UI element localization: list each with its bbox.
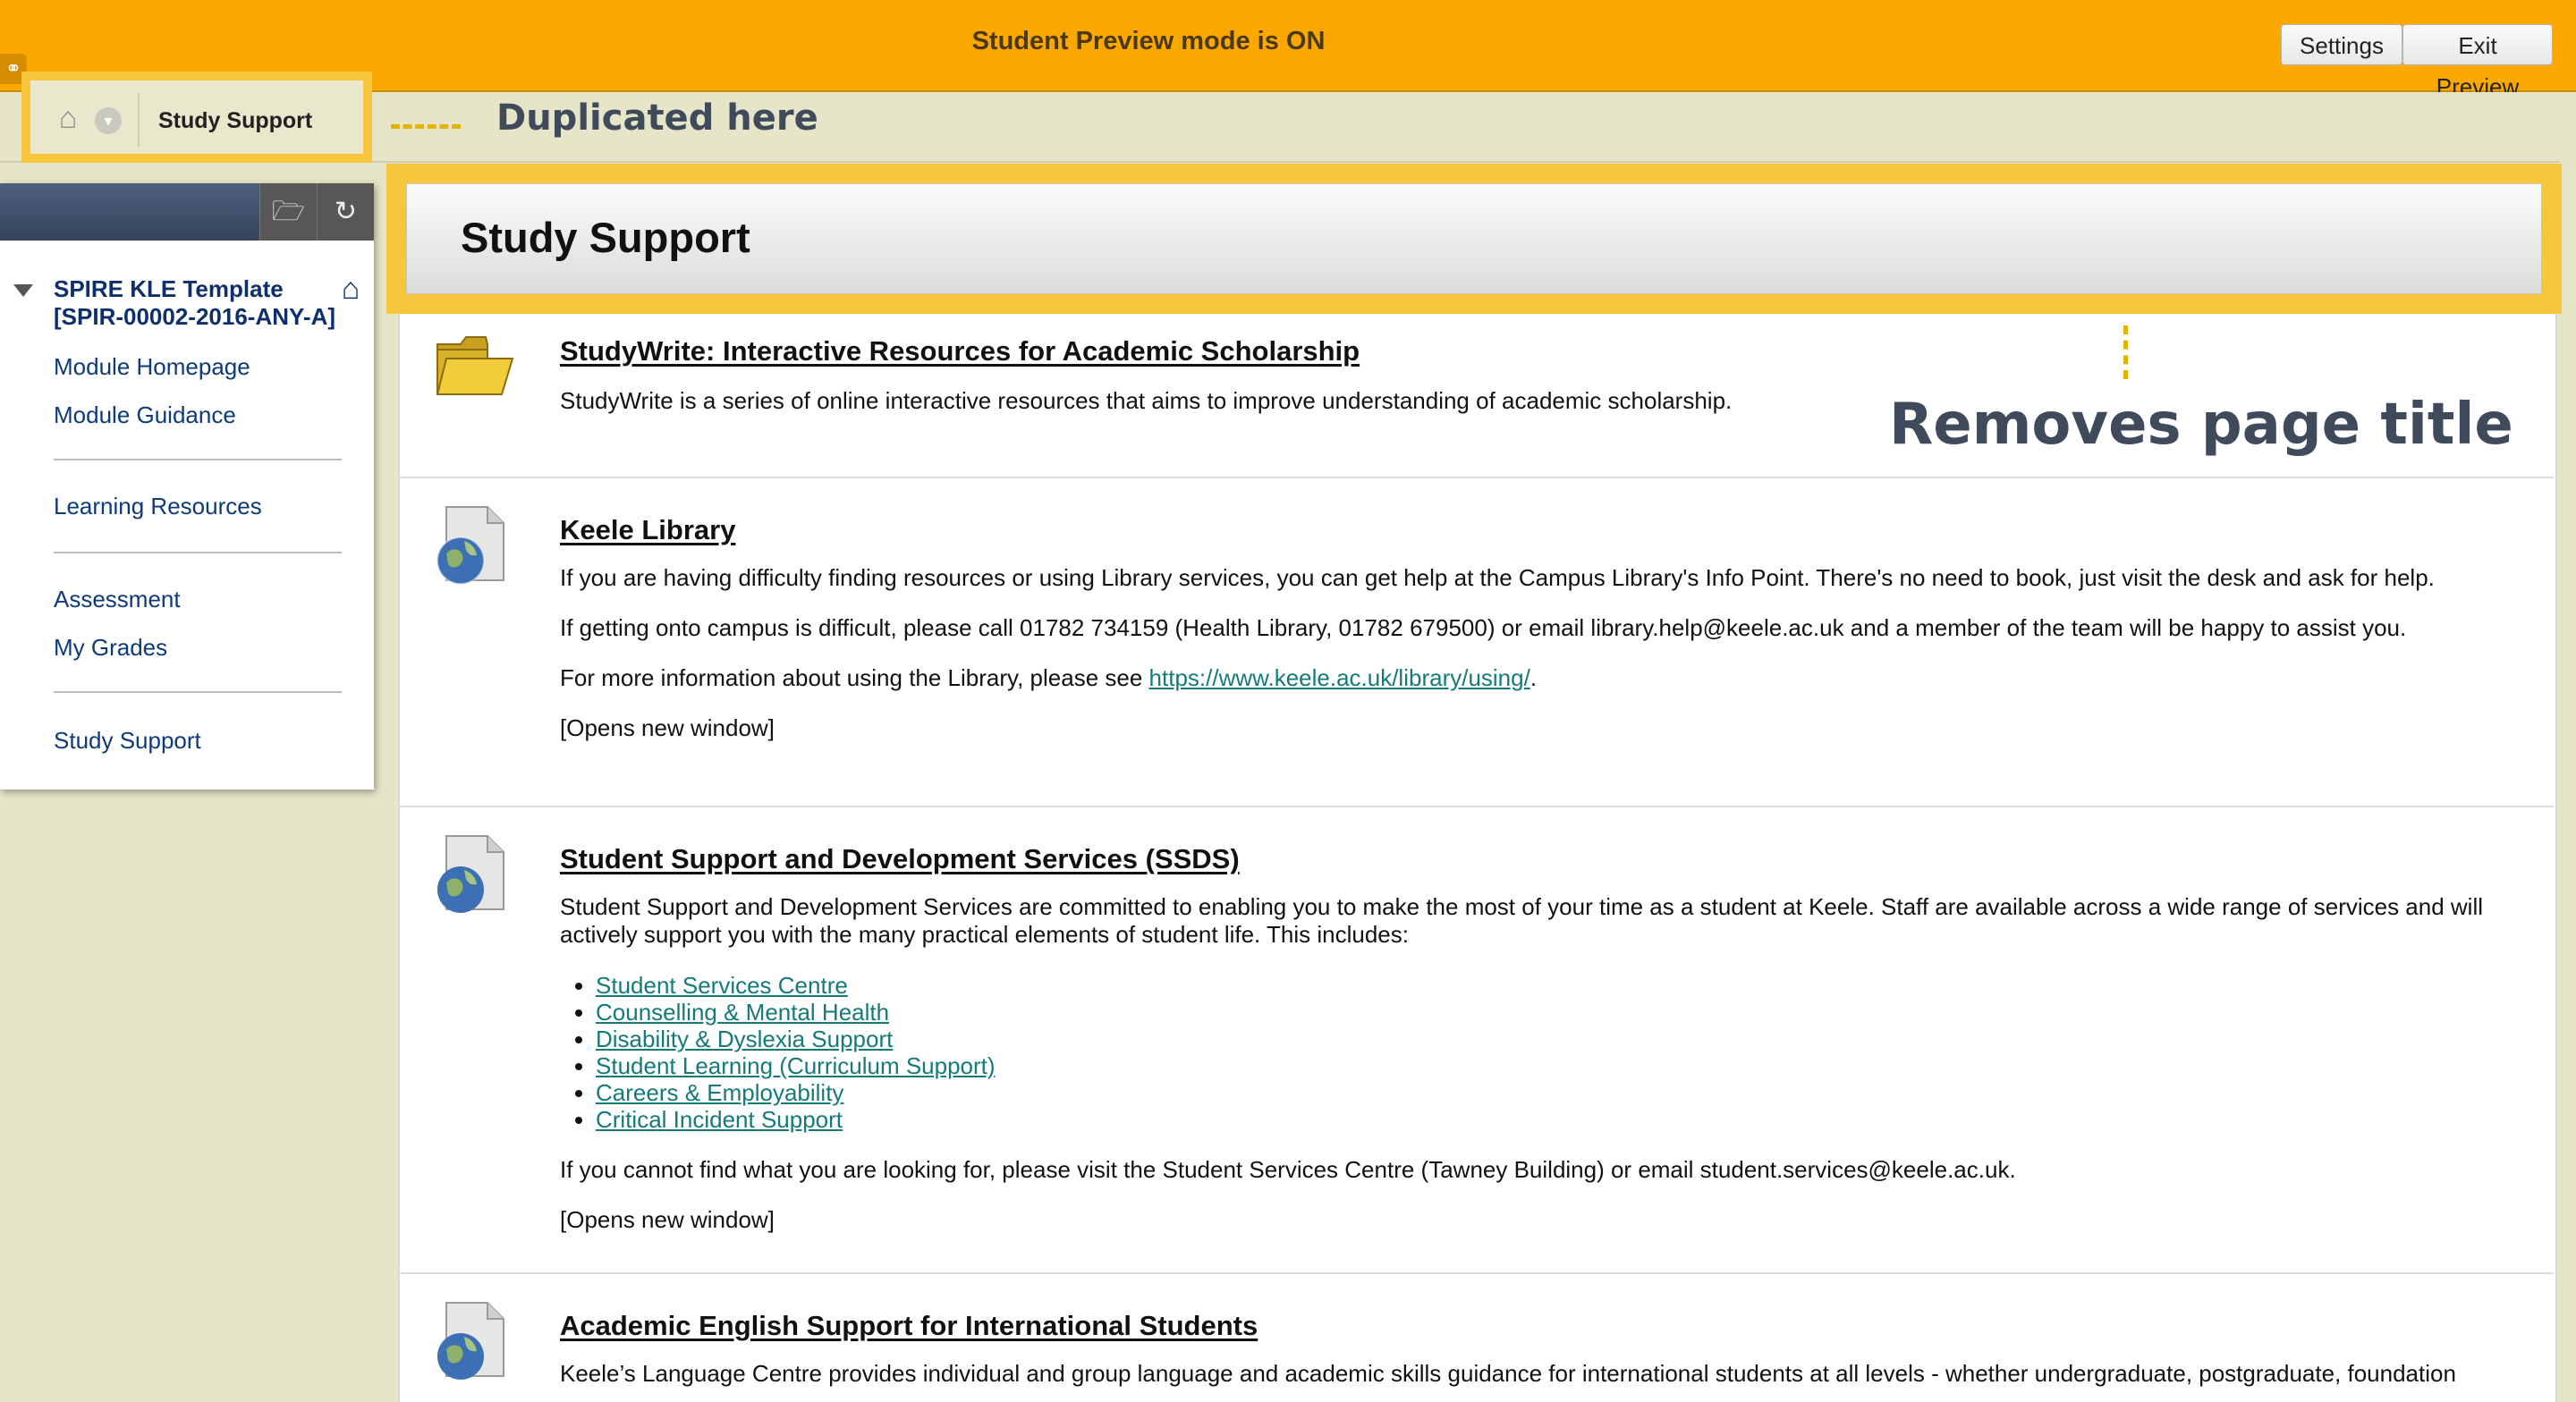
item-description: If you are having difficulty finding res…	[560, 564, 2435, 591]
course-menu-header	[0, 183, 259, 241]
nav-item-assessment[interactable]: Assessment	[54, 586, 181, 613]
link-student-learning[interactable]: Student Learning (Curriculum Support)	[596, 1052, 996, 1079]
chevron-down-icon[interactable]: ▾	[95, 107, 122, 134]
page-title-highlight: Study Support	[386, 164, 2562, 314]
item-title-ssds[interactable]: Student Support and Development Services…	[560, 843, 1240, 875]
library-info-prefix: For more information about using the Lib…	[560, 664, 1149, 691]
course-menu-toolbar: 🗁 ↻	[0, 183, 374, 241]
nav-divider	[54, 459, 342, 460]
refresh-icon[interactable]: ↻	[317, 183, 374, 241]
list-item: Critical Incident Support	[596, 1106, 996, 1133]
nav-item-my-grades[interactable]: My Grades	[54, 634, 167, 662]
folder-icon[interactable]: 🗁	[259, 183, 317, 241]
nav-item-module-homepage[interactable]: Module Homepage	[54, 353, 250, 381]
opens-new-window-note: [Opens new window]	[560, 1206, 775, 1233]
library-using-link[interactable]: https://www.keele.ac.uk/library/using/	[1149, 664, 1530, 691]
list-item: StudyWrite: Interactive Resources for Ac…	[398, 314, 2554, 478]
opens-new-window-note: [Opens new window]	[560, 714, 775, 741]
annotation-dashed-line	[391, 124, 461, 129]
nav-item-learning-resources[interactable]: Learning Resources	[54, 493, 262, 520]
breadcrumb-current[interactable]: Study Support	[158, 108, 312, 134]
settings-button[interactable]: Settings	[2281, 24, 2402, 65]
services-list: Student Services Centre Counselling & Me…	[560, 972, 996, 1133]
list-item: Counselling & Mental Health	[596, 999, 996, 1026]
list-item: Student Support and Development Services…	[398, 806, 2554, 1274]
nav-divider	[54, 691, 342, 693]
link-critical-incident[interactable]: Critical Incident Support	[596, 1106, 843, 1133]
course-home-icon[interactable]: ⌂	[335, 273, 367, 305]
list-item: Student Learning (Curriculum Support)	[596, 1052, 996, 1079]
page-title-bar: Study Support	[406, 183, 2542, 294]
item-description: Student Support and Development Services…	[560, 893, 2484, 948]
link-careers[interactable]: Careers & Employability	[596, 1079, 843, 1106]
course-menu: 🗁 ↻ SPIRE KLE Template [SPIR-00002-2016-…	[0, 183, 374, 790]
library-info-suffix: .	[1530, 664, 1538, 691]
annotation-duplicated-here: Duplicated here	[496, 97, 818, 139]
breadcrumb: ⌂ ▾ Study Support	[21, 72, 372, 163]
collapse-caret-icon[interactable]	[13, 284, 33, 297]
preview-mode-title: Student Preview mode is ON	[971, 27, 1326, 55]
item-title-studywrite[interactable]: StudyWrite: Interactive Resources for Ac…	[560, 335, 1360, 367]
nav-item-module-guidance[interactable]: Module Guidance	[54, 401, 236, 429]
list-item: Keele Library If you are having difficul…	[398, 477, 2554, 807]
link-disability-support[interactable]: Disability & Dyslexia Support	[596, 1026, 893, 1052]
breadcrumb-separator	[138, 93, 140, 147]
globe-document-icon	[434, 1301, 509, 1386]
item-description: If you cannot find what you are looking …	[560, 1156, 2016, 1183]
page-title: Study Support	[461, 214, 750, 261]
globe-document-icon	[434, 834, 509, 919]
nav-divider	[54, 552, 342, 553]
breadcrumb-bar: ⌂ ▾ Study Support Duplicated here	[0, 72, 2560, 163]
preview-banner: Student Preview mode is ON Settings Exit…	[0, 0, 2576, 100]
item-description: For more information about using the Lib…	[560, 664, 2528, 692]
folder-icon	[434, 332, 516, 402]
nav-item-study-support[interactable]: Study Support	[54, 727, 201, 755]
list-item: Academic English Support for Internation…	[398, 1272, 2554, 1398]
item-title-academic-english[interactable]: Academic English Support for Internation…	[560, 1310, 1258, 1342]
item-description: StudyWrite is a series of online interac…	[560, 387, 1733, 414]
list-item: Disability & Dyslexia Support	[596, 1026, 996, 1052]
course-title[interactable]: SPIRE KLE Template [SPIR-00002-2016-ANY-…	[54, 275, 340, 331]
item-title-keele-library[interactable]: Keele Library	[560, 514, 735, 546]
globe-document-icon	[434, 505, 509, 590]
list-item: Careers & Employability	[596, 1079, 996, 1106]
exit-preview-button[interactable]: Exit Preview	[2402, 24, 2553, 100]
item-description: Keele’s Language Centre provides individ…	[560, 1360, 2456, 1387]
link-counselling[interactable]: Counselling & Mental Health	[596, 999, 889, 1026]
item-description: If getting onto campus is difficult, ple…	[560, 614, 2407, 641]
link-student-services-centre[interactable]: Student Services Centre	[596, 972, 848, 999]
list-item: Student Services Centre	[596, 972, 996, 999]
home-icon[interactable]: ⌂	[50, 100, 86, 136]
